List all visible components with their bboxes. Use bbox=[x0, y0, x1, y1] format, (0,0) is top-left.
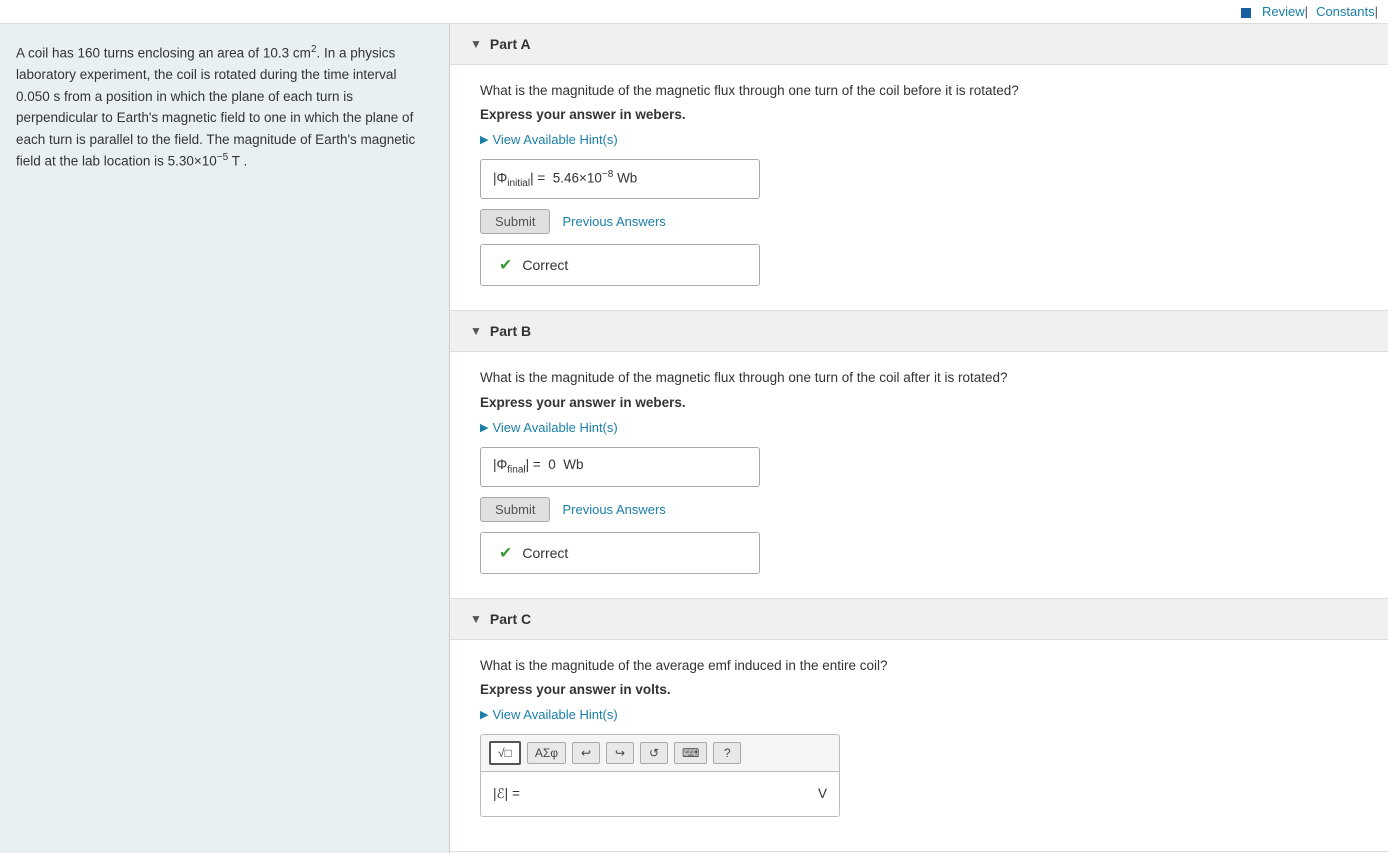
part-a-section: ▼ Part A What is the magnitude of the ma… bbox=[450, 24, 1388, 311]
main-content: ▼ Part A What is the magnitude of the ma… bbox=[450, 24, 1388, 853]
part-c-answer-label: |ℰ| = bbox=[493, 786, 520, 802]
part-a-sub: initial bbox=[507, 178, 530, 189]
part-b-section: ▼ Part B What is the magnitude of the ma… bbox=[450, 311, 1388, 598]
separator: | bbox=[1305, 4, 1308, 19]
part-c-answer-input[interactable] bbox=[528, 780, 810, 808]
hint-arrow-icon: ▶ bbox=[480, 133, 488, 146]
part-a-submit-button[interactable]: Submit bbox=[480, 209, 550, 234]
problem-sidebar: A coil has 160 turns enclosing an area o… bbox=[0, 24, 450, 853]
field-unit: T bbox=[232, 154, 240, 169]
part-b-correct-box: ✔ Correct bbox=[480, 532, 760, 574]
part-c-math-input-row: |ℰ| = V bbox=[480, 771, 840, 817]
part-b-express: Express your answer in webers. bbox=[480, 395, 1358, 410]
part-a-hint-label: View Available Hint(s) bbox=[492, 132, 617, 147]
part-c-express: Express your answer in volts. bbox=[480, 682, 1358, 697]
part-c-input-wrapper: √□ AΣφ ↩ ↪ ↺ ⌨ ? |ℰ| = V bbox=[480, 734, 840, 817]
part-c-label: Part C bbox=[490, 611, 531, 627]
part-a-actions: Submit Previous Answers bbox=[480, 209, 1358, 234]
part-c-question: What is the magnitude of the average emf… bbox=[480, 656, 1358, 676]
part-b-actions: Submit Previous Answers bbox=[480, 497, 1358, 522]
part-a-checkmark-icon: ✔ bbox=[499, 255, 512, 275]
part-b-chevron-icon: ▼ bbox=[470, 324, 482, 338]
review-link[interactable]: Review bbox=[1262, 4, 1305, 19]
part-b-prev-answers-link[interactable]: Previous Answers bbox=[562, 502, 665, 517]
part-a-chevron-icon: ▼ bbox=[470, 37, 482, 51]
part-b-body: What is the magnitude of the magnetic fl… bbox=[450, 352, 1388, 597]
part-a-answer-math: |Φinitial| = 5.46×10−8 Wb bbox=[493, 169, 637, 189]
end-separator: | bbox=[1375, 4, 1378, 19]
part-c-answer-unit: V bbox=[818, 786, 827, 801]
part-a-body: What is the magnitude of the magnetic fl… bbox=[450, 65, 1388, 310]
part-b-hint-arrow-icon: ▶ bbox=[480, 421, 488, 434]
part-c-chevron-icon: ▼ bbox=[470, 612, 482, 626]
part-b-sub: final bbox=[507, 465, 525, 476]
part-a-answer-box: |Φinitial| = 5.46×10−8 Wb bbox=[480, 159, 760, 199]
part-a-label: Part A bbox=[490, 36, 531, 52]
top-bar: Review | Constants | bbox=[0, 0, 1388, 24]
math-toolbar-refresh-button[interactable]: ↺ bbox=[640, 742, 668, 764]
part-a-prev-answers-link[interactable]: Previous Answers bbox=[562, 214, 665, 229]
math-toolbar-keyboard-button[interactable]: ⌨ bbox=[674, 742, 707, 764]
part-a-exp: −8 bbox=[602, 169, 613, 180]
problem-text-end: . In a physics laboratory experiment, th… bbox=[16, 46, 415, 169]
part-b-header[interactable]: ▼ Part B bbox=[450, 311, 1388, 352]
part-b-answer-math: |Φfinal| = 0 Wb bbox=[493, 457, 584, 476]
part-c-section: ▼ Part C What is the magnitude of the av… bbox=[450, 599, 1388, 852]
problem-text-start: A coil has 160 turns enclosing an area o… bbox=[16, 46, 311, 61]
part-b-hint-link[interactable]: ▶ View Available Hint(s) bbox=[480, 420, 1358, 435]
part-b-correct-label: Correct bbox=[522, 545, 568, 561]
math-toolbar-symbols-button[interactable]: AΣφ bbox=[527, 742, 566, 764]
main-layout: A coil has 160 turns enclosing an area o… bbox=[0, 24, 1388, 853]
field-exponent: −5 bbox=[217, 152, 228, 163]
part-a-hint-link[interactable]: ▶ View Available Hint(s) bbox=[480, 132, 1358, 147]
review-icon bbox=[1241, 4, 1254, 19]
part-b-answer-box: |Φfinal| = 0 Wb bbox=[480, 447, 760, 487]
part-c-hint-label: View Available Hint(s) bbox=[492, 707, 617, 722]
part-b-hint-label: View Available Hint(s) bbox=[492, 420, 617, 435]
part-b-question: What is the magnitude of the magnetic fl… bbox=[480, 368, 1358, 388]
part-c-header[interactable]: ▼ Part C bbox=[450, 599, 1388, 640]
constants-link[interactable]: Constants bbox=[1316, 4, 1375, 19]
part-c-hint-arrow-icon: ▶ bbox=[480, 708, 488, 721]
part-a-correct-box: ✔ Correct bbox=[480, 244, 760, 286]
math-toolbar-sqrt-button[interactable]: √□ bbox=[489, 741, 521, 765]
part-a-correct-label: Correct bbox=[522, 257, 568, 273]
part-b-label: Part B bbox=[490, 323, 531, 339]
part-a-express: Express your answer in webers. bbox=[480, 107, 1358, 122]
part-c-math-toolbar: √□ AΣφ ↩ ↪ ↺ ⌨ ? bbox=[480, 734, 840, 771]
part-b-submit-button[interactable]: Submit bbox=[480, 497, 550, 522]
part-c-hint-link[interactable]: ▶ View Available Hint(s) bbox=[480, 707, 1358, 722]
part-a-question: What is the magnitude of the magnetic fl… bbox=[480, 81, 1358, 101]
part-b-checkmark-icon: ✔ bbox=[499, 543, 512, 563]
part-a-header[interactable]: ▼ Part A bbox=[450, 24, 1388, 65]
math-toolbar-help-button[interactable]: ? bbox=[713, 742, 741, 764]
part-c-body: What is the magnitude of the average emf… bbox=[450, 640, 1388, 851]
math-toolbar-undo-button[interactable]: ↩ bbox=[572, 742, 600, 764]
math-toolbar-redo-button[interactable]: ↪ bbox=[606, 742, 634, 764]
